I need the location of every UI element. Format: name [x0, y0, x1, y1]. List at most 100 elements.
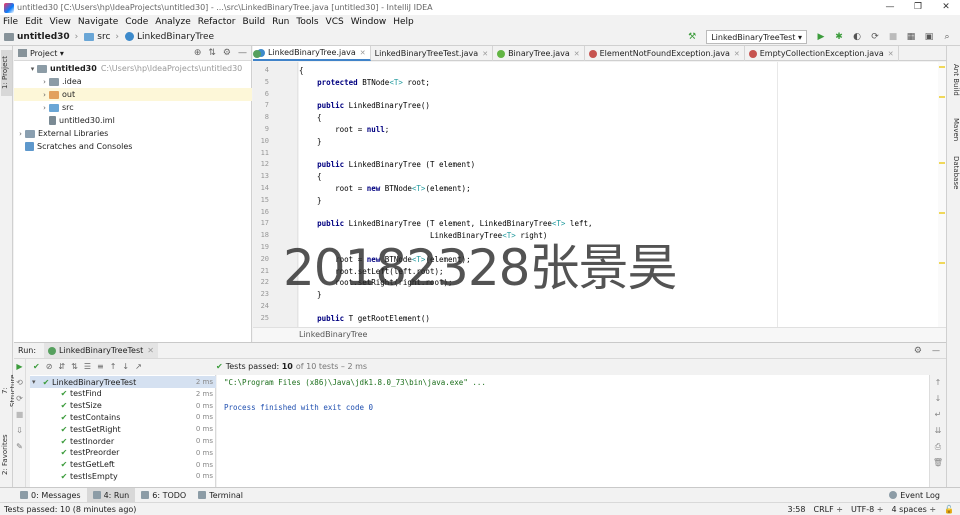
close-tab-icon[interactable]: ✕: [888, 50, 894, 58]
project-structure-icon[interactable]: ▦: [906, 32, 916, 42]
show-passed-icon[interactable]: ✔: [33, 362, 40, 371]
chevron-icon[interactable]: ›: [16, 130, 25, 138]
tree-item[interactable]: › .idea: [14, 75, 252, 88]
status-message[interactable]: Tests passed: 10 (8 minutes ago): [4, 505, 136, 514]
expand-all-icon[interactable]: ☰: [84, 362, 91, 371]
chevron-icon[interactable]: ›: [40, 91, 49, 99]
export-icon[interactable]: ⇩: [14, 423, 25, 439]
editor-tab[interactable]: EmptyCollectionException.java ✕: [745, 46, 899, 61]
menu-file[interactable]: File: [3, 17, 18, 27]
gear-icon[interactable]: ⚙: [914, 346, 922, 356]
close-tab-icon[interactable]: ✕: [574, 50, 580, 58]
run-config-select[interactable]: LinkedBinaryTreeTest ▾: [706, 30, 807, 44]
menu-vcs[interactable]: VCS: [326, 17, 344, 27]
export-results-icon[interactable]: ↗: [135, 362, 142, 371]
lock-icon[interactable]: 🔓: [944, 505, 954, 514]
run-console[interactable]: "C:\Program Files (x86)\Java\jdk1.8.0_73…: [217, 375, 929, 487]
menu-navigate[interactable]: Navigate: [78, 17, 118, 27]
show-ignored-icon[interactable]: ⊘: [46, 362, 53, 371]
editor-tab[interactable]: LinkedBinaryTree.java ✕: [253, 46, 371, 61]
favorites-tool-tab[interactable]: 2: Favorites: [1, 434, 12, 476]
toggle-auto-test-icon[interactable]: ⟳: [14, 391, 25, 407]
editor-tab[interactable]: LinkedBinaryTreeTest.java ✕: [253, 46, 494, 61]
sdk-icon[interactable]: ▣: [924, 32, 934, 42]
minimize-button[interactable]: —: [876, 0, 904, 15]
test-item[interactable]: ✔ testIsEmpty 0 ms: [30, 470, 216, 482]
tree-item[interactable]: › src: [14, 101, 252, 114]
previous-test-icon[interactable]: ↑: [110, 362, 117, 371]
print-icon[interactable]: ⎙: [930, 439, 946, 455]
project-view-select[interactable]: Project ▾: [30, 49, 64, 58]
database-tab[interactable]: Database: [949, 156, 960, 196]
event-log-button[interactable]: Event Log: [889, 488, 940, 503]
tree-item[interactable]: › out: [14, 88, 252, 101]
test-item[interactable]: ✔ testInorder 0 ms: [30, 435, 216, 447]
editor-tab[interactable]: BinaryTree.java ✕: [493, 46, 585, 61]
coverage-icon[interactable]: ◐: [852, 32, 862, 42]
collapse-all-icon[interactable]: ≡: [97, 362, 104, 371]
clear-icon[interactable]: 🗑: [930, 455, 946, 471]
menu-view[interactable]: View: [50, 17, 71, 27]
pin-icon[interactable]: ✎: [14, 439, 25, 455]
test-item[interactable]: ✔ testPreorder 0 ms: [30, 447, 216, 459]
maximize-button[interactable]: ❐: [904, 0, 932, 15]
chevron-icon[interactable]: ▾: [28, 65, 37, 73]
test-item[interactable]: ✔ testGetLeft 0 ms: [30, 459, 216, 471]
toolwindow-terminal[interactable]: Terminal: [192, 488, 249, 503]
rerun-failed-icon[interactable]: ⟲: [14, 375, 25, 391]
menu-edit[interactable]: Edit: [25, 17, 42, 27]
scroll-down-icon[interactable]: ↓: [930, 391, 946, 407]
stop-icon[interactable]: ■: [14, 407, 25, 423]
chevron-icon[interactable]: ›: [40, 104, 49, 112]
rerun-icon[interactable]: ▶: [14, 359, 25, 375]
tree-item[interactable]: › External Libraries: [14, 127, 252, 140]
toolwindow-todo[interactable]: 6: TODO: [135, 488, 192, 503]
test-item[interactable]: ✔ testFind 2 ms: [30, 388, 216, 400]
close-tab-icon[interactable]: ✕: [360, 49, 366, 57]
nav-project[interactable]: untitled30 ›: [4, 32, 78, 42]
next-test-icon[interactable]: ↓: [122, 362, 129, 371]
caret-position[interactable]: 3:58: [788, 505, 806, 514]
scroll-up-icon[interactable]: ↑: [930, 375, 946, 391]
locate-icon[interactable]: ⊕: [194, 49, 202, 58]
debug-icon[interactable]: ✱: [834, 32, 844, 42]
collapse-icon[interactable]: ⇅: [208, 49, 216, 58]
nav-src[interactable]: src ›: [84, 32, 119, 42]
menu-refactor[interactable]: Refactor: [198, 17, 236, 27]
editor-tab[interactable]: ElementNotFoundException.java ✕: [585, 46, 745, 61]
gear-icon[interactable]: ⚙: [223, 49, 231, 58]
menu-help[interactable]: Help: [393, 17, 414, 27]
menu-code[interactable]: Code: [125, 17, 148, 27]
nav-file[interactable]: LinkedBinaryTree: [125, 32, 214, 42]
tree-item[interactable]: ▾ untitled30 C:\Users\hp\IdeaProjects\unti…: [14, 62, 252, 75]
chevron-down-icon[interactable]: ▾: [32, 378, 40, 386]
hide-icon[interactable]: —: [238, 49, 247, 58]
sort-duration-icon[interactable]: ⇅: [71, 362, 78, 371]
maven-tab[interactable]: Maven: [949, 118, 960, 146]
test-item[interactable]: ✔ testSize 0 ms: [30, 400, 216, 412]
toolwindow-run[interactable]: 4: Run: [86, 487, 136, 503]
build-hammer-icon[interactable]: ⚒: [687, 32, 697, 42]
ant-build-tab[interactable]: Ant Build: [949, 64, 960, 104]
tree-item[interactable]: Scratches and Consoles: [14, 140, 252, 153]
code-breadcrumb[interactable]: LinkedBinaryTree: [253, 327, 946, 342]
test-item[interactable]: ✔ testContains 0 ms: [30, 411, 216, 423]
test-item[interactable]: ▾ ✔ LinkedBinaryTreeTest 2 ms: [30, 376, 216, 388]
run-icon[interactable]: ▶: [816, 32, 826, 42]
hide-panel-icon[interactable]: —: [932, 346, 940, 355]
close-button[interactable]: ✕: [932, 0, 960, 15]
soft-wrap-icon[interactable]: ↵: [930, 407, 946, 423]
tree-item[interactable]: untitled30.iml: [14, 114, 252, 127]
menu-run[interactable]: Run: [272, 17, 289, 27]
toolwindow-messages[interactable]: 0: Messages: [14, 488, 87, 503]
menu-tools[interactable]: Tools: [296, 17, 318, 27]
search-everywhere-icon[interactable]: ⌕: [942, 32, 952, 42]
scroll-to-end-icon[interactable]: ⇊: [930, 423, 946, 439]
project-tool-tab[interactable]: 1: Project: [1, 50, 12, 96]
close-tab-icon[interactable]: ✕: [482, 50, 488, 58]
test-item[interactable]: ✔ testGetRight 0 ms: [30, 423, 216, 435]
line-separator[interactable]: CRLF ÷: [813, 505, 842, 514]
structure-tool-tab[interactable]: 7: Structure: [1, 371, 17, 411]
sort-alpha-icon[interactable]: ⇵: [58, 362, 65, 371]
profile-icon[interactable]: ⟳: [870, 32, 880, 42]
